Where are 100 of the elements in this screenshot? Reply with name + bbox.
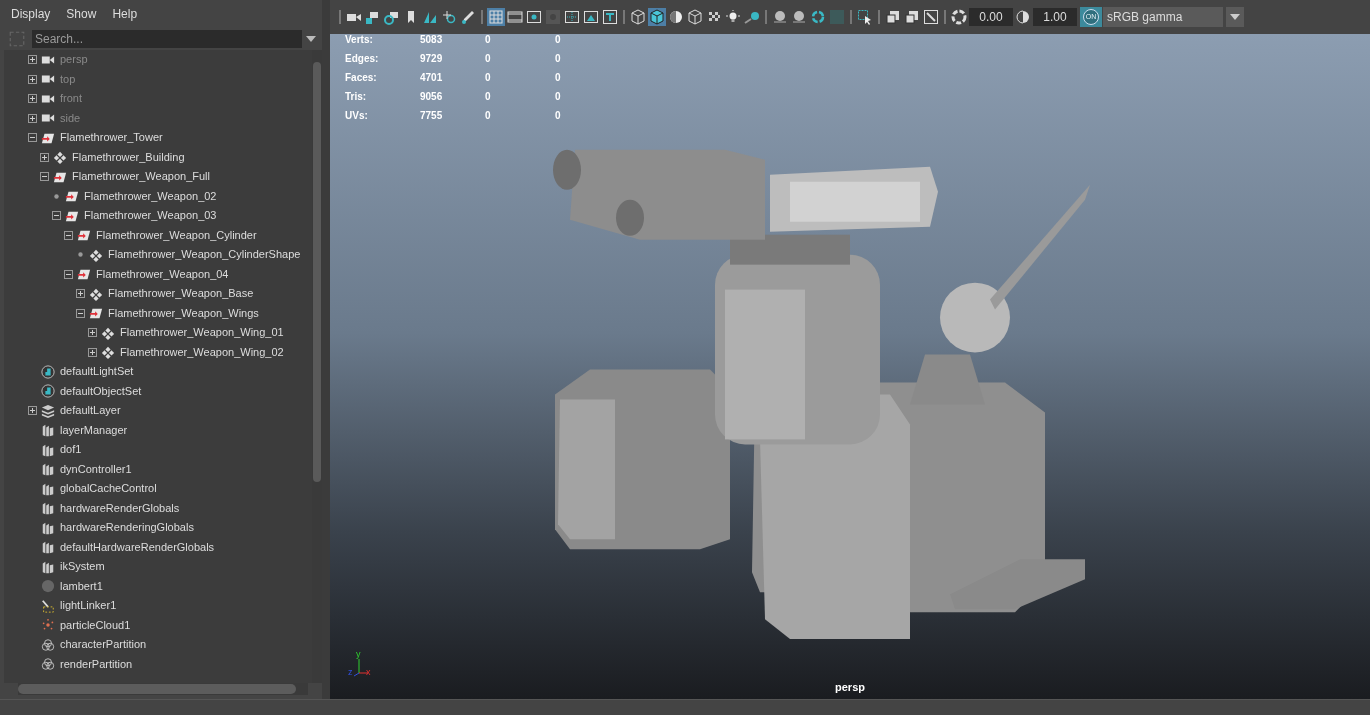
tree-item[interactable]: Flamethrower_Weapon_Wing_02 xyxy=(120,342,284,362)
aperture-icon[interactable] xyxy=(950,8,968,26)
sphere-icon[interactable] xyxy=(790,8,808,26)
tree-item[interactable]: layerManager xyxy=(60,420,128,440)
node-icon xyxy=(41,462,55,477)
wireframe-cube-icon[interactable] xyxy=(629,8,647,26)
menu-item[interactable]: Help xyxy=(112,7,138,21)
tree-item[interactable]: Flamethrower_Weapon_Cylinder xyxy=(96,225,257,245)
node-icon xyxy=(41,559,55,574)
dropdown-arrow-icon[interactable] xyxy=(306,36,316,42)
stat-value: 0 xyxy=(555,72,562,83)
tree-item[interactable]: defaultObjectSet xyxy=(60,381,142,401)
stat-value: 0 xyxy=(485,53,492,64)
tree-item[interactable]: Flamethrower_Weapon_03 xyxy=(84,206,217,226)
tree-item[interactable]: Flamethrower_Weapon_02 xyxy=(84,186,217,206)
tree-item[interactable]: hardwareRenderingGlobals xyxy=(60,518,194,538)
tree-item[interactable]: Flamethrower_Weapon_Full xyxy=(72,167,210,187)
node-icon xyxy=(41,540,55,555)
search-field[interactable]: Search... xyxy=(32,30,302,48)
node-icon xyxy=(41,520,55,535)
frame-icon[interactable] xyxy=(922,8,940,26)
set-icon xyxy=(41,364,55,379)
exposure-field[interactable]: 0.00 xyxy=(969,8,1013,26)
stat-label: Faces: xyxy=(345,72,378,83)
collapse-icon[interactable] xyxy=(52,211,61,221)
shaded-cube-icon[interactable] xyxy=(648,8,666,26)
dot-box-icon[interactable] xyxy=(525,8,543,26)
group-icon xyxy=(89,286,103,301)
expand-icon[interactable] xyxy=(28,74,37,84)
view-transform-dropdown[interactable]: sRGB gamma xyxy=(1103,7,1223,27)
layers-icon xyxy=(41,403,55,418)
ring-icon[interactable] xyxy=(809,8,827,26)
stat-value: 9056 xyxy=(420,91,444,102)
wireframe-cube-icon[interactable] xyxy=(686,8,704,26)
expand-icon[interactable] xyxy=(88,328,97,338)
expand-icon[interactable] xyxy=(76,289,85,299)
tree-item[interactable]: Flamethrower_Tower xyxy=(60,128,163,148)
expand-icon[interactable] xyxy=(40,152,49,162)
collapse-icon[interactable] xyxy=(40,172,49,182)
contrast-icon[interactable] xyxy=(1014,8,1032,26)
tree-item[interactable]: Flamethrower_Weapon_Wing_01 xyxy=(120,323,284,343)
tree-item[interactable]: defaultLightSet xyxy=(60,362,134,382)
tree-item[interactable]: globalCacheControl xyxy=(60,479,157,499)
transform-icon xyxy=(65,189,79,204)
squares-icon[interactable] xyxy=(903,8,921,26)
tree-item[interactable]: Flamethrower_Weapon_Wings xyxy=(108,303,259,323)
tree-item[interactable]: particleCloud1 xyxy=(60,615,131,635)
tree-item[interactable]: dof1 xyxy=(60,440,82,460)
horizontal-scrollbar[interactable] xyxy=(18,683,308,695)
stat-value: 0 xyxy=(555,91,562,102)
tree-item[interactable]: Flamethrower_Weapon_04 xyxy=(96,264,229,284)
tree-item[interactable]: defaultHardwareRenderGlobals xyxy=(60,537,215,557)
tree-item[interactable]: Flamethrower_Weapon_Base xyxy=(108,284,254,304)
tree-item[interactable]: hardwareRenderGlobals xyxy=(60,498,180,518)
stat-value: 9729 xyxy=(420,53,444,64)
film-icon[interactable] xyxy=(506,8,524,26)
stat-label: UVs: xyxy=(345,110,369,121)
expand-icon[interactable] xyxy=(28,94,37,104)
pencil-icon[interactable] xyxy=(459,8,477,26)
squares-icon[interactable] xyxy=(884,8,902,26)
stat-value: 0 xyxy=(555,53,562,64)
group-icon xyxy=(89,247,103,262)
tree-item[interactable]: Flamethrower_Weapon_CylinderShape xyxy=(108,245,301,265)
menu-item[interactable]: Show xyxy=(66,7,97,21)
mountain-icon[interactable] xyxy=(582,8,600,26)
collapse-icon[interactable] xyxy=(64,230,73,240)
node-icon xyxy=(41,481,55,496)
tree-item[interactable]: characterPartition xyxy=(60,635,147,655)
dashed-box-icon[interactable] xyxy=(563,8,581,26)
tree-item[interactable]: renderPartition xyxy=(60,654,133,674)
sphere-icon[interactable] xyxy=(771,8,789,26)
stat-value: 0 xyxy=(485,72,492,83)
tree-item[interactable]: defaultLayer xyxy=(60,401,121,421)
group-icon xyxy=(101,345,115,360)
expand-icon[interactable] xyxy=(28,113,37,123)
tee-box-icon[interactable] xyxy=(601,8,619,26)
stat-label: Edges: xyxy=(345,53,380,64)
linker-icon xyxy=(41,598,55,613)
half-sphere-icon[interactable] xyxy=(667,8,685,26)
expand-icon[interactable] xyxy=(28,55,37,65)
expand-icon[interactable] xyxy=(88,347,97,357)
stat-label: Verts: xyxy=(345,34,374,45)
stat-label: Tris: xyxy=(345,91,368,102)
collapse-icon[interactable] xyxy=(28,133,37,143)
expand-icon[interactable] xyxy=(28,406,37,416)
tree-item[interactable]: Flamethrower_Building xyxy=(72,147,185,167)
dropdown-button[interactable] xyxy=(1226,7,1244,27)
set-icon xyxy=(41,384,55,399)
axis-gizmo-drawing: y z x xyxy=(345,649,375,679)
collapse-icon[interactable] xyxy=(64,269,73,279)
node-icon xyxy=(41,442,55,457)
partition-icon xyxy=(41,637,55,652)
menu-item[interactable]: Display xyxy=(11,7,51,21)
tree-item[interactable]: lightLinker1 xyxy=(60,596,117,616)
collapse-icon[interactable] xyxy=(76,308,85,318)
partition-icon xyxy=(41,657,55,672)
tree-item[interactable]: lambert1 xyxy=(60,576,103,596)
gamma-field[interactable]: 1.00 xyxy=(1033,8,1077,26)
tree-item[interactable]: dynController1 xyxy=(60,459,132,479)
tree-item[interactable]: ikSystem xyxy=(60,557,105,577)
